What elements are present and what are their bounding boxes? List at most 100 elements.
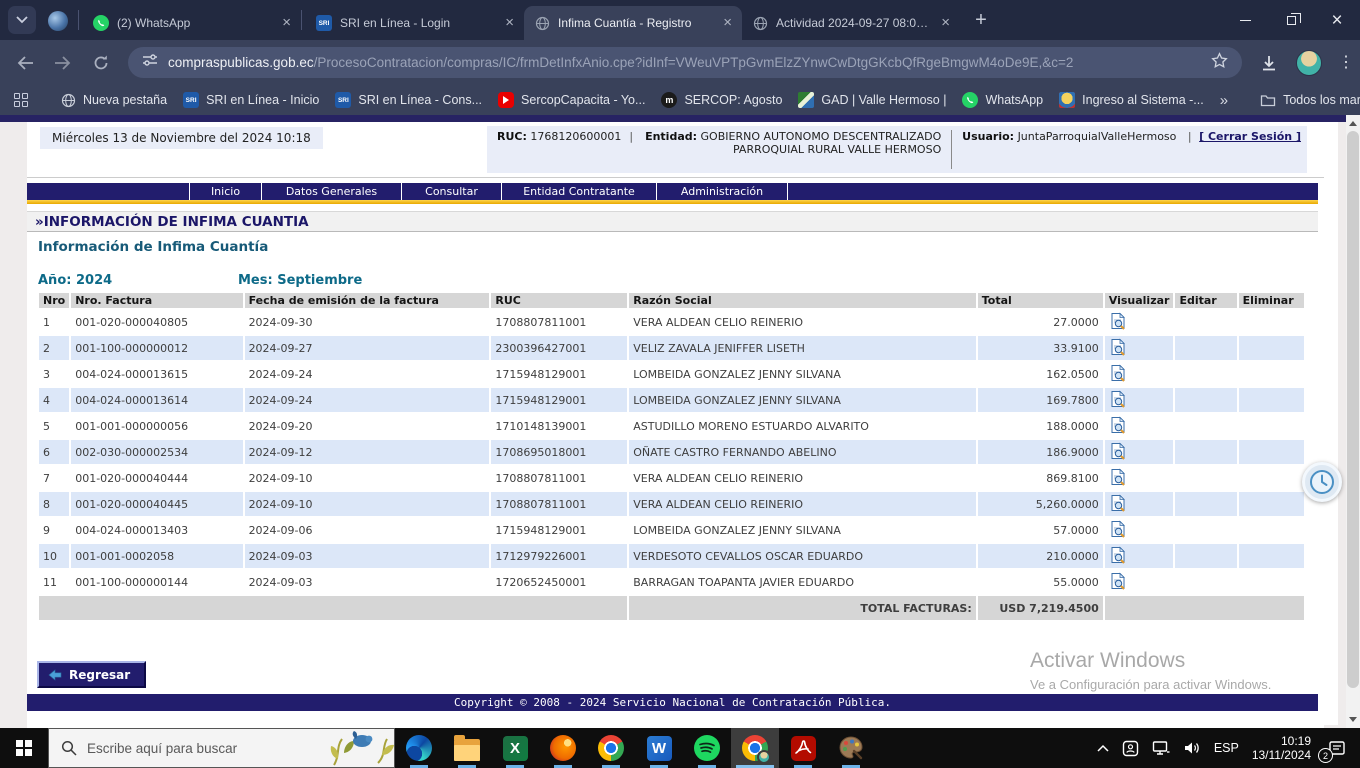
windows-logo-icon — [16, 740, 32, 756]
visualizar-icon[interactable] — [1109, 450, 1127, 463]
visualizar-icon[interactable] — [1109, 554, 1127, 567]
minimize-button[interactable] — [1222, 0, 1268, 40]
taskbar-app-firefox[interactable] — [539, 728, 587, 768]
visualizar-icon[interactable] — [1109, 502, 1127, 515]
cell-editar — [1175, 388, 1236, 412]
close-tab-icon[interactable]: × — [505, 16, 514, 30]
tab-infima-cuantia-active[interactable]: Infima Cuantía - Registro × — [524, 6, 742, 40]
tray-chevron-up-icon[interactable] — [1097, 744, 1109, 752]
visualizar-icon[interactable] — [1109, 346, 1127, 359]
visualizar-icon[interactable] — [1109, 528, 1127, 541]
bookmark-ingreso-sistema[interactable]: Ingreso al Sistema -... — [1059, 92, 1204, 108]
bookmark-star-icon[interactable] — [1211, 52, 1228, 74]
reload-button[interactable] — [90, 52, 112, 74]
restore-button[interactable] — [1268, 0, 1314, 40]
cell-razon-social: VERA ALDEAN CELIO REINERIO — [629, 466, 976, 490]
taskbar-app-excel[interactable]: X — [491, 728, 539, 768]
bookmark-sri-inicio[interactable]: SRI SRI en Línea - Inicio — [183, 92, 319, 108]
all-bookmarks-button[interactable]: Todos los marcadores — [1260, 92, 1360, 108]
start-button[interactable] — [0, 728, 48, 768]
cell-fecha: 2024-09-30 — [245, 310, 490, 334]
bookmark-sri-consultas[interactable]: SRI SRI en Línea - Cons... — [335, 92, 482, 108]
taskbar-app-gimp[interactable] — [827, 728, 875, 768]
scrollbar-thumb[interactable] — [1347, 131, 1359, 688]
col-razon-social: Razón Social — [629, 293, 976, 308]
cell-nro: 11 — [39, 570, 69, 594]
bookmark-nueva-pestana[interactable]: Nueva pestaña — [60, 92, 167, 108]
notification-center[interactable]: 2 — [1324, 735, 1350, 761]
divider — [27, 177, 1324, 178]
cell-total: 33.9100 — [978, 336, 1103, 360]
cell-total: 57.0000 — [978, 518, 1103, 542]
close-tab-icon[interactable]: × — [941, 16, 950, 30]
taskbar-app-spotify[interactable] — [683, 728, 731, 768]
close-window-button[interactable]: × — [1314, 0, 1360, 40]
tab-actividad[interactable]: Actividad 2024-09-27 08:00:00 | × — [742, 6, 960, 40]
cell-nro: 7 — [39, 466, 69, 490]
pinned-tab-favicon[interactable] — [48, 11, 68, 31]
taskbar-clock[interactable]: 10:19 13/11/2024 — [1252, 734, 1311, 762]
menu-item-administracion[interactable]: Administración — [657, 183, 788, 200]
menu-item-consultar[interactable]: Consultar — [402, 183, 502, 200]
site-info-icon[interactable] — [142, 53, 158, 72]
col-total: Total — [978, 293, 1103, 308]
visualizar-icon[interactable] — [1109, 320, 1127, 333]
keyboard-language[interactable]: ESP — [1214, 741, 1239, 755]
downloads-icon[interactable] — [1258, 52, 1280, 74]
close-tab-icon[interactable]: × — [723, 16, 732, 30]
sri-icon: SRI — [335, 92, 351, 108]
bookmark-whatsapp[interactable]: WhatsApp — [962, 92, 1043, 108]
browser-menu-icon[interactable]: ⋮ — [1338, 60, 1346, 66]
cell-eliminar — [1239, 492, 1304, 516]
taskbar-app-acrobat[interactable] — [779, 728, 827, 768]
regresar-button[interactable]: Regresar — [37, 661, 146, 688]
floating-clock-widget[interactable] — [1302, 462, 1342, 502]
tab-whatsapp[interactable]: (2) WhatsApp × — [83, 6, 301, 40]
menu-item-inicio[interactable]: Inicio — [190, 183, 262, 200]
bookmark-sercopcapacita[interactable]: SercopCapacita - Yo... — [498, 92, 645, 108]
visualizar-icon[interactable] — [1109, 424, 1127, 437]
cell-eliminar — [1239, 440, 1304, 464]
forward-button[interactable] — [52, 52, 74, 74]
scroll-down-arrow[interactable] — [1346, 712, 1360, 727]
bookmark-gad-valle-hermoso[interactable]: GAD | Valle Hermoso | — [798, 92, 946, 108]
table-header-row: Nro Nro. Factura Fecha de emisión de la … — [39, 293, 1304, 308]
new-tab-button[interactable]: + — [966, 5, 996, 35]
invoices-table: Nro Nro. Factura Fecha de emisión de la … — [37, 291, 1306, 622]
menu-item-datos-generales[interactable]: Datos Generales — [262, 183, 402, 200]
scroll-up-arrow[interactable] — [1346, 116, 1360, 131]
network-icon[interactable] — [1152, 740, 1170, 756]
address-bar[interactable]: compraspublicas.gob.ec/ProcesoContrataci… — [128, 47, 1242, 78]
visualizar-icon[interactable] — [1109, 398, 1127, 411]
bookmarks-overflow-chevron[interactable]: » — [1220, 92, 1228, 109]
cell-ruc: 1708807811001 — [491, 310, 627, 334]
taskbar-app-word[interactable]: W — [635, 728, 683, 768]
menu-item-entidad-contratante[interactable]: Entidad Contratante — [502, 183, 657, 200]
bookmark-sercop-agosto[interactable]: m SERCOP: Agosto — [661, 92, 782, 108]
volume-icon[interactable] — [1183, 740, 1201, 756]
taskbar-app-file-explorer[interactable] — [443, 728, 491, 768]
taskbar-app-chrome[interactable] — [587, 728, 635, 768]
taskbar-search[interactable]: Escribe aquí para buscar — [48, 728, 395, 768]
search-icon — [61, 740, 77, 756]
tray-people-icon[interactable] — [1122, 740, 1139, 757]
cell-fecha: 2024-09-10 — [245, 466, 490, 490]
visualizar-icon[interactable] — [1109, 580, 1127, 593]
visualizar-icon[interactable] — [1109, 476, 1127, 489]
col-factura: Nro. Factura — [71, 293, 242, 308]
taskbar-app-chrome-active[interactable] — [731, 728, 779, 768]
logout-link[interactable]: [ Cerrar Sesión ] — [1199, 130, 1301, 143]
tab-search-button[interactable] — [8, 6, 36, 34]
profile-avatar[interactable] — [1296, 50, 1322, 76]
apps-grid-icon[interactable] — [14, 93, 28, 107]
taskbar-app-edge[interactable] — [395, 728, 443, 768]
page-scrollbar[interactable] — [1346, 115, 1360, 728]
cell-ruc: 1715948129001 — [491, 388, 627, 412]
close-tab-icon[interactable]: × — [282, 16, 291, 30]
tab-sri-login[interactable]: SRI SRI en Línea - Login × — [306, 6, 524, 40]
table-row: 7 001-020-000040444 2024-09-10 170880781… — [39, 466, 1304, 490]
divider — [951, 130, 952, 169]
page-viewport: Miércoles 13 de Noviembre del 2024 10:18… — [0, 115, 1360, 728]
visualizar-icon[interactable] — [1109, 372, 1127, 385]
back-button[interactable] — [14, 52, 36, 74]
